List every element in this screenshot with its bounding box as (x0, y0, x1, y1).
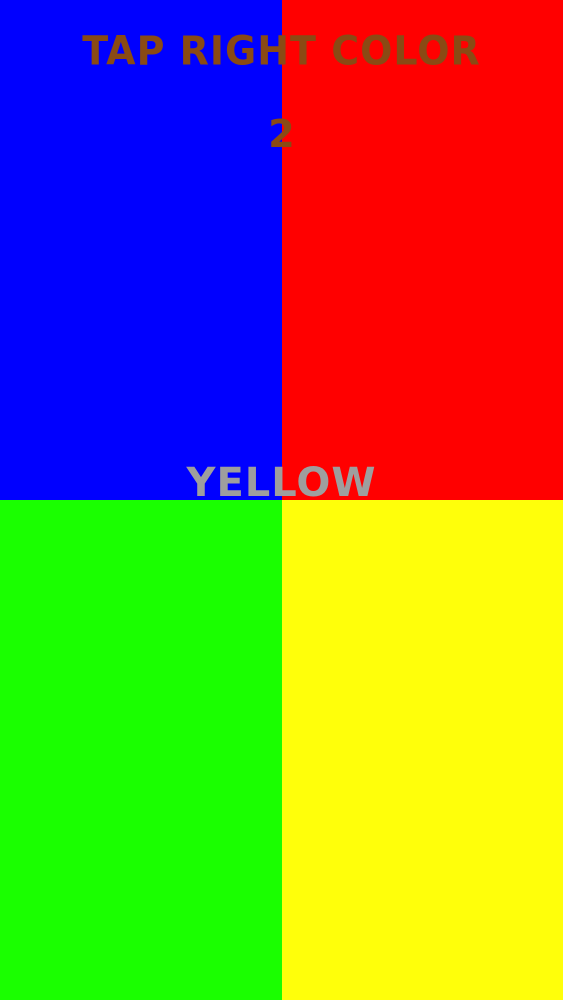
tile-red[interactable] (282, 0, 563, 500)
tile-yellow[interactable] (282, 500, 563, 1000)
game-board: TAP RIGHT COLOR 2 YELLOW (0, 0, 563, 1000)
tile-green[interactable] (0, 500, 282, 1000)
tile-blue[interactable] (0, 0, 282, 500)
